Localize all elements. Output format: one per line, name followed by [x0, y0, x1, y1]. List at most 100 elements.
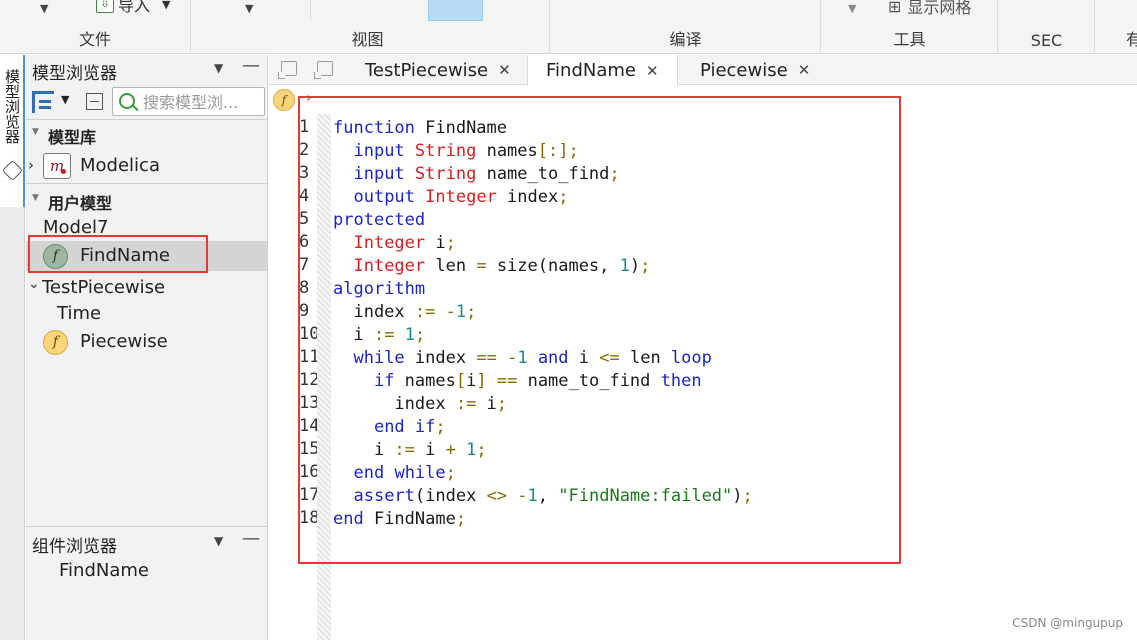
- ribbon-group-label: 编译: [669, 30, 702, 49]
- ribbon-group-label: 视图: [351, 30, 384, 49]
- code-line[interactable]: i := i + 1;: [333, 439, 487, 462]
- code-line[interactable]: index := -1;: [333, 301, 476, 324]
- search-box[interactable]: [112, 87, 265, 116]
- line-number: 3: [299, 163, 310, 183]
- cube-icon: [1, 159, 24, 182]
- watermark: CSDN @mingupup: [1012, 616, 1123, 630]
- ribbon-group-file: 文件: [0, 0, 191, 53]
- function-icon: f: [43, 330, 68, 355]
- line-number: 5: [299, 209, 310, 229]
- code-line[interactable]: output Integer index;: [333, 186, 568, 209]
- tab-findname[interactable]: FindName ✕: [527, 55, 678, 86]
- divider: [310, 0, 311, 20]
- code-line[interactable]: if names[i] == name_to_find then: [333, 370, 702, 393]
- tree-item-label: Model7: [43, 217, 109, 238]
- chevron-down-icon[interactable]: ⌄: [28, 276, 40, 292]
- code-line[interactable]: protected: [333, 209, 425, 232]
- line-number-gutter: 1 2 3 4 5 6 7 8 9 10 11 12 13 14 15 16 17 18: [269, 114, 319, 640]
- ribbon-group-label: 文件: [78, 30, 111, 49]
- section-label: 模型库: [48, 128, 97, 147]
- tree-item-model7[interactable]: Model7: [26, 213, 268, 243]
- tree-item-findname[interactable]: f FindName: [26, 241, 268, 271]
- line-number: 4: [299, 186, 310, 206]
- view-button-highlighted[interactable]: [428, 0, 483, 21]
- tree-view-icon[interactable]: [32, 91, 54, 113]
- line-number: 7: [299, 255, 310, 275]
- section-user-models[interactable]: ▼ 用户模型: [26, 185, 268, 215]
- line-number: 6: [299, 232, 310, 252]
- tree-item-time[interactable]: Time: [26, 299, 268, 329]
- tree-item-label: Piecewise: [80, 331, 168, 352]
- chevron-down-icon[interactable]: ▼: [214, 61, 223, 75]
- model-browser-title: 模型浏览器: [32, 64, 117, 84]
- ribbon-group-tools: 工具: [822, 0, 998, 53]
- divider: [26, 183, 268, 184]
- code-line[interactable]: Integer len = size(names, 1);: [333, 255, 650, 278]
- modelica-icon: m: [43, 153, 71, 179]
- model-browser-header: 模型浏览器 ▼ —: [26, 55, 268, 84]
- section-model-library[interactable]: ▼ 模型库: [26, 119, 268, 149]
- component-browser-title: 组件浏览器: [32, 537, 117, 557]
- line-number: 8: [299, 278, 310, 298]
- code-line[interactable]: index := i;: [333, 393, 507, 416]
- function-icon: f: [43, 244, 68, 269]
- chevron-down-icon[interactable]: ▼: [61, 93, 69, 106]
- divider: [26, 526, 268, 527]
- back-icon[interactable]: [278, 61, 297, 79]
- tab-model-browser-label: 模型浏览器: [3, 69, 21, 144]
- search-icon: [119, 93, 135, 109]
- code-line[interactable]: algorithm: [333, 278, 425, 301]
- code-line[interactable]: while index == -1 and i <= len loop: [333, 347, 711, 370]
- model-browser-panel: 模型浏览器 ▼ — ▼ ▼ 模型库 › m Modelica ▼ 用户模型 Mo…: [26, 55, 268, 640]
- close-icon[interactable]: ✕: [646, 62, 659, 80]
- search-input[interactable]: [143, 91, 263, 113]
- chevron-right-icon[interactable]: [307, 94, 312, 102]
- minimize-icon[interactable]: —: [242, 528, 260, 549]
- tab-label: TestPiecewise: [365, 59, 489, 81]
- ribbon-group-more: 有: [1096, 0, 1137, 53]
- ribbon-group-label: SEC: [1030, 31, 1063, 50]
- chevron-down-icon[interactable]: ▼: [214, 534, 223, 548]
- side-tab-bar: 模型浏览器: [0, 55, 25, 640]
- code-line[interactable]: i := 1;: [333, 324, 425, 347]
- editor-tab-bar: TestPiecewise ✕ FindName ✕ Piecewise ✕: [269, 55, 1137, 86]
- line-number: 2: [299, 140, 310, 160]
- code-line[interactable]: Integer i;: [333, 232, 455, 255]
- minimize-icon[interactable]: —: [242, 55, 260, 76]
- chevron-right-icon[interactable]: ›: [28, 156, 34, 174]
- component-item[interactable]: FindName: [26, 556, 268, 586]
- line-number: 9: [299, 301, 310, 321]
- tab-model-browser[interactable]: 模型浏览器: [0, 55, 25, 207]
- code-line[interactable]: assert(index <> -1, "FindName:failed");: [333, 485, 752, 508]
- ribbon-toolbar: ▼ ⇩ 导入 ▼ 文件 ▼ 视图 编译 ▼ ⊞ 显示网格 工具 SEC 有: [0, 0, 1137, 54]
- code-line[interactable]: function FindName: [333, 117, 507, 140]
- tab-label: Piecewise: [700, 59, 788, 81]
- code-line[interactable]: end if;: [333, 416, 446, 439]
- section-label: 用户模型: [48, 194, 113, 213]
- code-editor[interactable]: 1 2 3 4 5 6 7 8 9 10 11 12 13 14 15 16 17 18 function Fin…: [269, 114, 1137, 640]
- tree-item-modelica[interactable]: › m Modelica: [26, 151, 268, 181]
- tree-item-label: Modelica: [80, 155, 160, 176]
- ribbon-group-sec: SEC: [999, 0, 1095, 53]
- forward-icon[interactable]: [314, 61, 333, 79]
- tree-item-label: FindName: [80, 245, 170, 266]
- tree-item-piecewise[interactable]: f Piecewise: [26, 327, 268, 357]
- tree-item-label: TestPiecewise: [42, 277, 166, 298]
- close-icon[interactable]: ✕: [498, 61, 511, 79]
- collapse-all-icon[interactable]: [86, 93, 103, 110]
- close-icon[interactable]: ✕: [798, 61, 811, 79]
- editor-info-bar: f: [269, 86, 1137, 114]
- chevron-down-icon: ▼: [32, 127, 39, 137]
- code-line[interactable]: end while;: [333, 462, 455, 485]
- tab-testpiecewise[interactable]: TestPiecewise ✕: [365, 55, 511, 85]
- tree-item-label: Time: [57, 303, 102, 324]
- function-icon: f: [273, 89, 295, 111]
- code-line[interactable]: end FindName;: [333, 508, 466, 531]
- ribbon-group-compile: 编译: [551, 0, 821, 53]
- tab-label: FindName: [546, 60, 636, 81]
- tab-piecewise[interactable]: Piecewise ✕: [700, 55, 810, 85]
- code-line[interactable]: input String name_to_find;: [333, 163, 619, 186]
- code-line[interactable]: input String names[:];: [333, 140, 578, 163]
- chevron-down-icon: ▼: [32, 193, 39, 203]
- component-browser-header: 组件浏览器 ▼ —: [26, 528, 268, 557]
